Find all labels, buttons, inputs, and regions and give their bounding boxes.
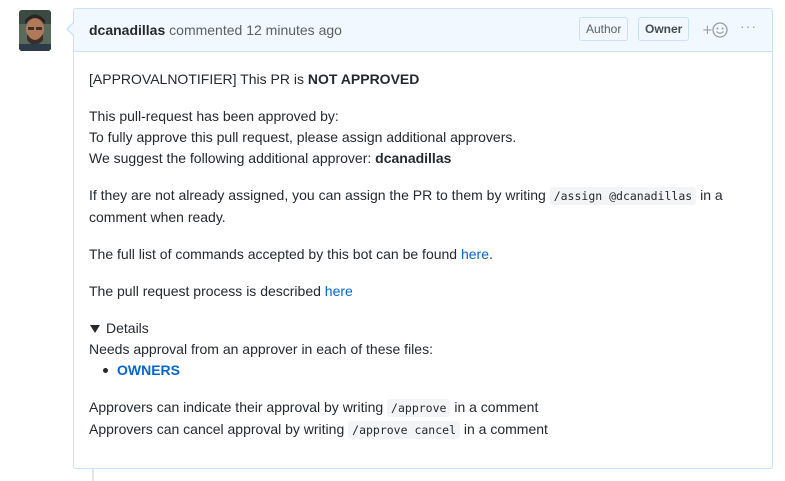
svg-text:+: + [702,23,713,38]
approve-instructions: Approvers can indicate their approval by… [89,397,759,441]
smiley-plus-icon: + [702,22,728,38]
owners-file-list: OWNERS [103,360,759,381]
author-link[interactable]: dcanadillas [89,22,165,38]
suggested-approver: dcanadillas [375,150,452,166]
commands-prefix: The full list of commands accepted by th… [89,246,461,262]
cancel-suffix: in a comment [460,421,548,437]
commands-suffix: . [489,246,493,262]
commands-paragraph: The full list of commands accepted by th… [89,244,759,265]
comment-timestamp[interactable]: 12 minutes ago [246,22,342,38]
triangle-down-icon [90,324,100,333]
approval-status: NOT APPROVED [307,71,420,87]
suggest-prefix: We suggest the following additional appr… [89,150,376,166]
approved-by-line: This pull-request has been approved by: [89,108,339,124]
details-toggle[interactable]: Details [89,318,759,339]
assign-command: /assign @dcanadillas [549,187,697,205]
approve-command: /approve [387,399,451,417]
comment-body: [APPROVALNOTIFIER] This PR is NOT APPROV… [89,69,759,457]
approve-prefix: Approvers can indicate their approval by… [89,399,388,415]
list-item: OWNERS [103,360,759,381]
approve-suffix: in a comment [450,399,539,415]
avatar[interactable] [19,10,51,51]
status-prefix: [APPROVALNOTIFIER] This PR is [89,71,308,87]
cancel-prefix: Approvers can cancel approval by writing [89,421,349,437]
avatar-image [19,10,51,51]
approval-status-line: [APPROVALNOTIFIER] This PR is NOT APPROV… [89,69,759,90]
fully-approve-line: To fully approve this pull request, plea… [89,129,517,145]
approvers-block: This pull-request has been approved by: … [89,106,759,169]
author-badge: Author [579,17,629,41]
needs-approval-line: Needs approval from an approver in each … [89,341,433,357]
process-prefix: The pull request process is described [89,283,325,299]
assign-prefix: If they are not already assigned, you ca… [89,187,550,203]
kebab-horizontal-icon[interactable]: ··· [740,18,760,38]
process-paragraph: The pull request process is described he… [89,281,759,302]
assign-paragraph: If they are not already assigned, you ca… [89,185,759,228]
comment-action: commented [169,22,243,38]
commands-link[interactable]: here [461,246,489,262]
comment-box: dcanadillas commented 12 minutes ago Aut… [66,8,773,469]
process-link[interactable]: here [325,283,353,299]
owners-file-link[interactable]: OWNERS [117,360,180,381]
details-label: Details [106,320,149,336]
cancel-command: /approve cancel [348,421,460,439]
add-reaction-button[interactable]: + [702,21,732,39]
comment-meta: dcanadillas commented 12 minutes ago [89,22,342,38]
comment-header: dcanadillas commented 12 minutes ago Aut… [74,9,772,52]
bullet-icon [103,368,108,373]
owner-badge: Owner [638,17,690,41]
